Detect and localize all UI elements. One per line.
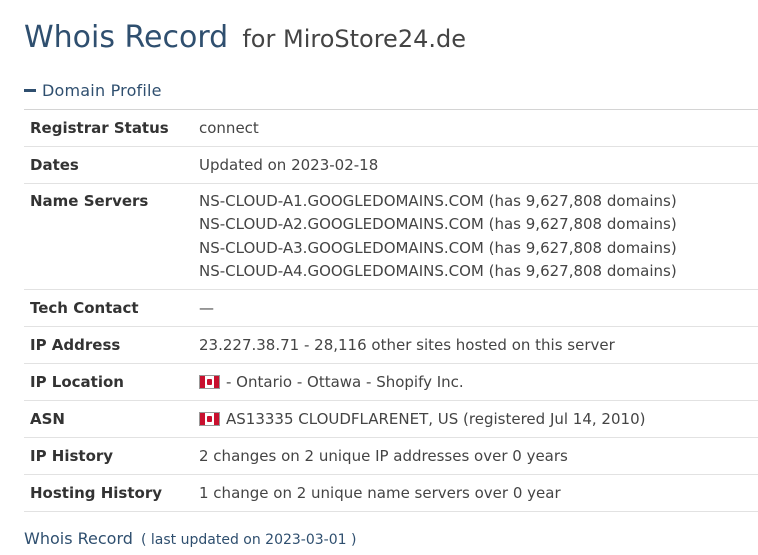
- row-value: connect: [199, 119, 259, 137]
- collapse-minus-icon: [24, 88, 36, 92]
- domain-profile-label: Domain Profile: [42, 80, 162, 100]
- row-label: Name Servers: [30, 192, 149, 210]
- row-label: IP History: [30, 447, 114, 465]
- domain-profile-table: Registrar Status connect Dates Updated o…: [24, 109, 758, 512]
- row-ip-address: IP Address 23.227.38.71 - 28,116 other s…: [24, 327, 758, 364]
- ip-location-text: - Ontario - Ottawa - Shopify Inc.: [226, 373, 464, 391]
- domain-profile-toggle[interactable]: Domain Profile: [24, 79, 162, 101]
- row-asn: ASN AS13335 CLOUDFLARENET, US (registere…: [24, 401, 758, 438]
- canada-flag-icon: [199, 412, 220, 426]
- row-name-servers: Name Servers NS-CLOUD-A1.GOOGLEDOMAINS.C…: [24, 184, 758, 290]
- row-registrar-status: Registrar Status connect: [24, 110, 758, 147]
- row-tech-contact: Tech Contact —: [24, 290, 758, 327]
- asn-text: AS13335 CLOUDFLARENET, US (registered Ju…: [226, 410, 646, 428]
- row-ip-location: IP Location - Ontario - Ottawa - Shopify…: [24, 364, 758, 401]
- page-title-main: Whois Record: [24, 20, 229, 55]
- row-value: AS13335 CLOUDFLARENET, US (registered Ju…: [199, 401, 758, 437]
- row-value: 2 changes on 2 unique IP addresses over …: [199, 447, 568, 465]
- row-value: 23.227.38.71 - 28,116 other sites hosted…: [199, 336, 615, 354]
- whois-record-heading: Whois Record: [24, 529, 133, 548]
- row-value: —: [199, 299, 214, 317]
- canada-flag-icon: [199, 375, 220, 389]
- row-label: IP Address: [30, 336, 121, 354]
- whois-record-footer: Whois Record ( last updated on 2023-03-0…: [24, 528, 356, 551]
- row-ip-history: IP History 2 changes on 2 unique IP addr…: [24, 438, 758, 475]
- row-hosting-history: Hosting History 1 change on 2 unique nam…: [24, 475, 758, 512]
- name-server-item: NS-CLOUD-A1.GOOGLEDOMAINS.COM (has 9,627…: [199, 192, 677, 210]
- row-label: Tech Contact: [30, 299, 139, 317]
- row-value: Updated on 2023-02-18: [199, 156, 379, 174]
- row-label: IP Location: [30, 373, 124, 391]
- row-label: Dates: [30, 156, 79, 174]
- page-title-domain: for MiroStore24.de: [242, 25, 466, 53]
- row-dates: Dates Updated on 2023-02-18: [24, 147, 758, 184]
- row-label: Registrar Status: [30, 119, 169, 137]
- name-server-item: NS-CLOUD-A4.GOOGLEDOMAINS.COM (has 9,627…: [199, 261, 677, 280]
- row-label: Hosting History: [30, 484, 163, 502]
- row-value: 1 change on 2 unique name servers over 0…: [199, 484, 561, 502]
- name-server-item: NS-CLOUD-A2.GOOGLEDOMAINS.COM (has 9,627…: [199, 215, 677, 234]
- page-title: Whois Record for MiroStore24.de: [24, 16, 466, 59]
- row-label: ASN: [30, 410, 65, 428]
- name-server-list: NS-CLOUD-A1.GOOGLEDOMAINS.COM (has 9,627…: [199, 190, 758, 289]
- name-server-item: NS-CLOUD-A3.GOOGLEDOMAINS.COM (has 9,627…: [199, 238, 677, 257]
- row-value: - Ontario - Ottawa - Shopify Inc.: [199, 364, 758, 400]
- last-updated-note: ( last updated on 2023-03-01 ): [141, 532, 357, 548]
